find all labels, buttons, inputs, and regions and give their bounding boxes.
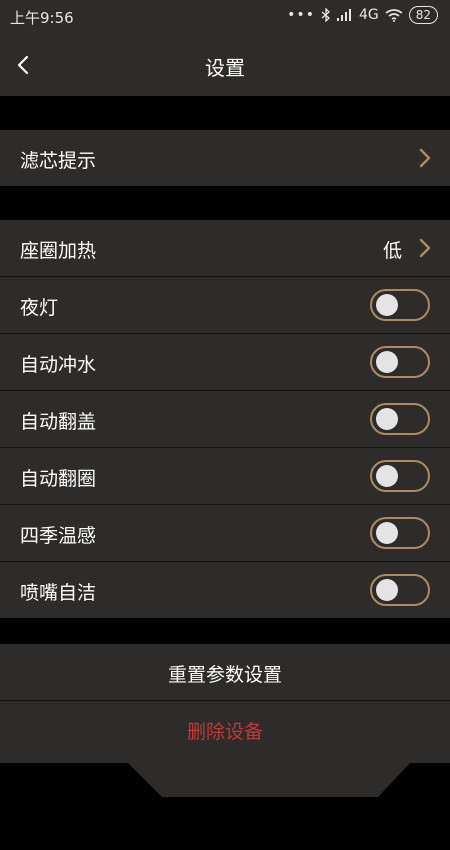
battery-indicator: 82	[408, 6, 438, 24]
reset-settings-label: 重置参数设置	[167, 664, 282, 686]
filter-reminder-row[interactable]: 滤芯提示	[0, 130, 450, 186]
chevron-right-icon	[419, 148, 431, 168]
signal-icon	[336, 9, 351, 21]
four-season-temp-label: 四季温感	[20, 525, 97, 547]
auto-seat-ring-row: 自动翻圈	[0, 448, 450, 504]
delete-device-button[interactable]: 删除设备	[0, 701, 450, 757]
auto-flush-toggle[interactable]	[370, 346, 430, 378]
toggle-knob	[376, 579, 398, 601]
toggle-knob	[376, 351, 398, 373]
page-title: 设置	[205, 56, 245, 80]
seat-heating-value: 低	[382, 240, 402, 262]
toggle-knob	[376, 408, 398, 430]
network-type: 4G	[358, 7, 379, 23]
status-bar: 上午9:56 ••• 4G 82	[0, 0, 450, 34]
auto-flush-row: 自动冲水	[0, 334, 450, 390]
bottom-decoration	[0, 757, 450, 797]
seat-heating-label: 座圈加热	[20, 240, 97, 262]
nozzle-self-clean-label: 喷嘴自洁	[20, 582, 97, 604]
nozzle-self-clean-row: 喷嘴自洁	[0, 562, 450, 618]
toggle-knob	[376, 522, 398, 544]
seat-heating-row[interactable]: 座圈加热 低	[0, 220, 450, 276]
toggle-knob	[376, 465, 398, 487]
status-time: 上午9:56	[10, 9, 74, 27]
night-light-row: 夜灯	[0, 277, 450, 333]
nav-bar: 设置	[0, 34, 450, 96]
bluetooth-icon	[321, 8, 330, 22]
night-light-toggle[interactable]	[370, 289, 430, 321]
auto-lid-label: 自动翻盖	[20, 411, 97, 433]
status-icons: ••• 4G 82	[287, 6, 438, 24]
auto-seat-ring-toggle[interactable]	[370, 460, 430, 492]
auto-seat-ring-label: 自动翻圈	[20, 468, 97, 490]
auto-lid-row: 自动翻盖	[0, 391, 450, 447]
nozzle-self-clean-toggle[interactable]	[370, 574, 430, 606]
night-light-label: 夜灯	[20, 297, 59, 319]
auto-lid-toggle[interactable]	[370, 403, 430, 435]
delete-device-label: 删除设备	[186, 721, 263, 743]
toggle-knob	[376, 294, 398, 316]
reset-settings-button[interactable]: 重置参数设置	[0, 644, 450, 700]
more-dots: •••	[287, 7, 315, 23]
four-season-temp-toggle[interactable]	[370, 517, 430, 549]
wifi-icon	[385, 8, 403, 22]
auto-flush-label: 自动冲水	[20, 354, 97, 376]
four-season-temp-row: 四季温感	[0, 505, 450, 561]
filter-reminder-label: 滤芯提示	[20, 150, 97, 172]
chevron-right-icon	[419, 238, 431, 258]
